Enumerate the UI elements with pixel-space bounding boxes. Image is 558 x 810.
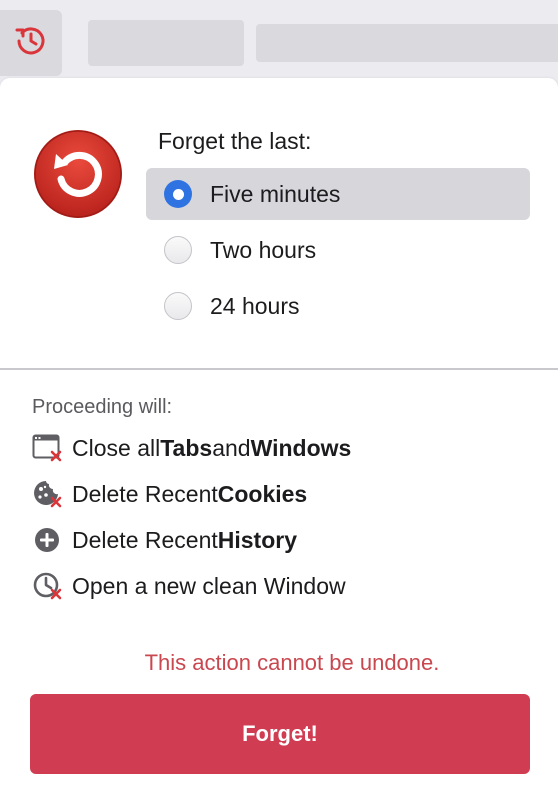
undo-warning: This action cannot be undone. xyxy=(144,650,440,675)
delete-cookie-icon xyxy=(32,478,64,510)
option-label: Two hours xyxy=(210,236,317,263)
radio-unselected[interactable] xyxy=(164,236,192,264)
action-text: Open a new clean Window xyxy=(72,572,346,599)
action-text-bold: Windows xyxy=(250,434,352,461)
forget-label: Forget the last: xyxy=(158,128,312,154)
option-24-hours[interactable]: 24 hours xyxy=(146,280,530,332)
action-delete-cookies: Delete Recent Cookies xyxy=(32,478,307,510)
action-text: Close all xyxy=(72,434,161,461)
action-text: and xyxy=(212,434,251,461)
toolbar-field-left[interactable] xyxy=(88,20,244,66)
option-two-hours[interactable]: Two hours xyxy=(146,224,530,276)
history-button[interactable] xyxy=(0,10,62,76)
option-label: Five minutes xyxy=(210,180,341,207)
radio-unselected[interactable] xyxy=(164,292,192,320)
action-text: Delete Recent xyxy=(72,526,218,553)
forget-button[interactable]: Forget! xyxy=(30,694,530,774)
option-label: 24 hours xyxy=(210,292,300,319)
action-text-bold: Cookies xyxy=(217,480,308,507)
action-new-window: Open a new clean Window xyxy=(32,570,346,602)
action-delete-history: Delete Recent History xyxy=(32,524,297,556)
action-close-tabs: Close all Tabs and Windows xyxy=(32,432,351,464)
history-rewind-icon xyxy=(14,24,48,63)
action-text-bold: Tabs xyxy=(160,434,213,461)
divider xyxy=(0,368,558,370)
toolbar xyxy=(0,0,558,86)
radio-selected[interactable] xyxy=(164,180,192,208)
close-window-icon xyxy=(32,432,64,464)
forget-rewind-icon xyxy=(32,128,124,220)
option-five-minutes[interactable]: Five minutes xyxy=(146,168,530,220)
toolbar-field-right[interactable] xyxy=(256,24,558,62)
proceeding-label: Proceeding will: xyxy=(32,396,173,418)
action-text: Delete Recent xyxy=(72,480,218,507)
action-text-bold: History xyxy=(217,526,297,553)
delete-history-icon xyxy=(32,524,64,556)
new-window-icon xyxy=(32,570,64,602)
